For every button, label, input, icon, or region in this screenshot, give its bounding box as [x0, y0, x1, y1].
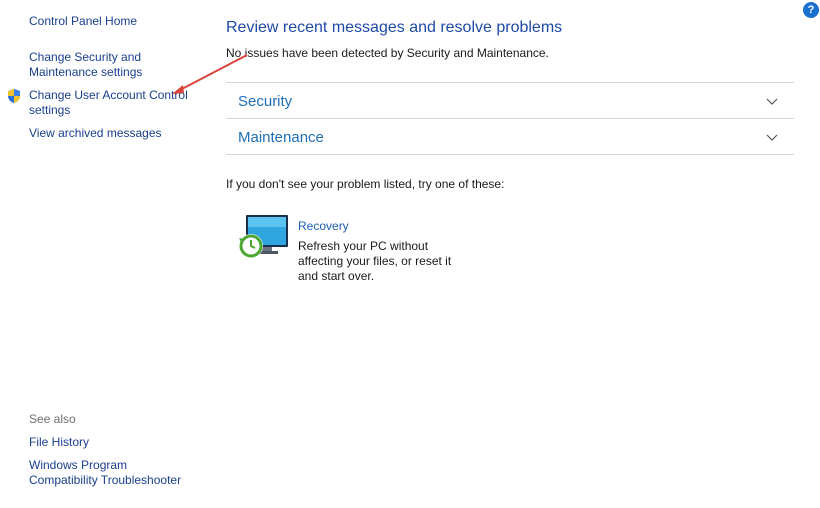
security-section-label: Security: [238, 93, 293, 110]
recovery-link[interactable]: Recovery: [298, 219, 349, 233]
troubleshoot-hint: If you don't see your problem listed, tr…: [226, 177, 505, 191]
recovery-description: Refresh your PC without affecting your f…: [298, 239, 452, 283]
uac-shield-icon: [6, 88, 22, 104]
chevron-down-icon: [766, 131, 778, 141]
control-panel-home-link[interactable]: Control Panel Home: [29, 14, 137, 29]
view-archived-messages-link[interactable]: View archived messages: [29, 126, 162, 141]
change-uac-settings-link[interactable]: Change User Account Control settings: [29, 88, 199, 118]
page-title: Review recent messages and resolve probl…: [226, 19, 563, 36]
recovery-monitor-icon: [232, 213, 290, 263]
status-message: No issues have been detected by Security…: [226, 46, 549, 60]
security-section-header[interactable]: Security: [226, 82, 794, 118]
maintenance-section-label: Maintenance: [238, 129, 324, 146]
sidebar: Control Panel Home Change Security and M…: [0, 0, 205, 508]
see-also-label: See also: [29, 412, 76, 426]
chevron-down-icon: [766, 95, 778, 105]
compatibility-troubleshooter-link[interactable]: Windows Program Compatibility Troublesho…: [29, 458, 199, 488]
change-security-maintenance-settings-link[interactable]: Change Security and Maintenance settings: [29, 50, 189, 80]
file-history-link[interactable]: File History: [29, 435, 89, 450]
main-content: Review recent messages and resolve probl…: [226, 0, 796, 508]
maintenance-section-header[interactable]: Maintenance: [226, 118, 794, 155]
help-icon[interactable]: ?: [803, 2, 819, 18]
